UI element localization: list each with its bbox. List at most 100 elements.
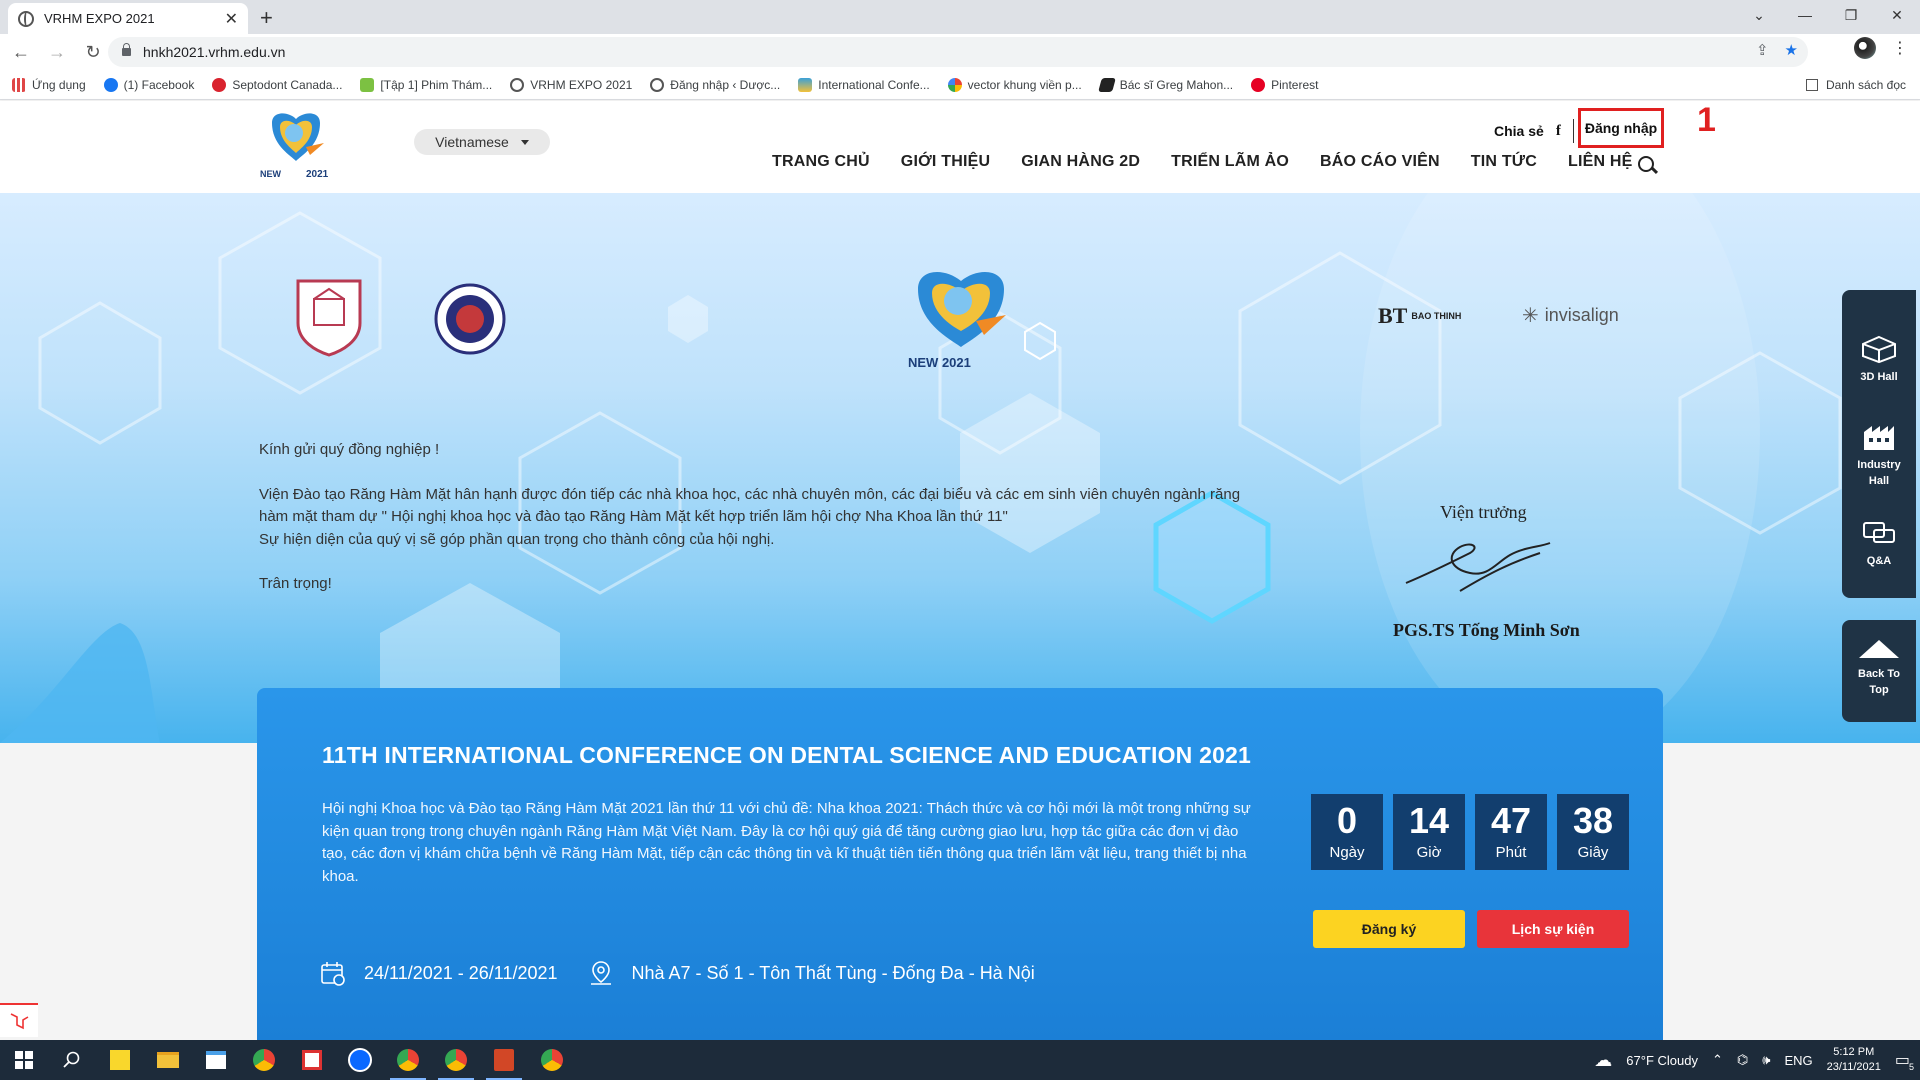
bookmark-apps[interactable]: Ứng dụng: [12, 77, 86, 92]
powerpoint-icon[interactable]: [480, 1040, 528, 1080]
search-icon[interactable]: [48, 1040, 96, 1080]
browser-tabstrip: VRHM EXPO 2021 ✕ + ⌄ — ❐ ✕: [0, 0, 1920, 34]
bookmark-star-icon[interactable]: ★: [1785, 41, 1798, 59]
panel-industry-hall[interactable]: Industry Hall: [1842, 422, 1916, 489]
cloud-icon: ☁: [1594, 1049, 1613, 1070]
panel-3d-hall[interactable]: 3D Hall: [1842, 334, 1916, 385]
chevron-up-icon[interactable]: ⌃: [1712, 1052, 1723, 1068]
tab-search-icon[interactable]: ⌄: [1736, 0, 1782, 30]
chrome-icon[interactable]: [240, 1040, 288, 1080]
bao-thinh-logo: BT BAO THINH: [1378, 303, 1462, 328]
conference-description: Hội nghị Khoa học và Đào tạo Răng Hàm Mặ…: [322, 800, 1251, 885]
caret-down-icon: [520, 139, 529, 145]
chrome-profile-icon[interactable]: [528, 1040, 576, 1080]
divider: [1572, 119, 1574, 143]
share-page-icon[interactable]: ⇪: [1756, 41, 1769, 59]
zalo-icon[interactable]: [336, 1040, 384, 1080]
pinterest-icon: [1251, 77, 1266, 92]
back-to-top-button[interactable]: Back To Top: [1842, 620, 1916, 722]
sparkle-icon: ✳: [1522, 305, 1539, 327]
globe-icon: [650, 77, 665, 92]
new-tab-button[interactable]: +: [260, 5, 273, 31]
reload-icon[interactable]: ↻: [78, 37, 108, 67]
url-text: hnkh2021.vrhm.edu.vn: [143, 44, 286, 60]
site-header: NEW 2021 Vietnamese Chia sẻ f Đăng nhập …: [0, 101, 1920, 193]
nav-about[interactable]: GIỚI THIỆU: [901, 153, 990, 171]
logo-text: NEW 2021: [908, 355, 971, 370]
laravel-debug-icon[interactable]: [0, 1003, 38, 1037]
back-arrow-icon[interactable]: ←: [6, 37, 36, 67]
bookmark-conference[interactable]: International Confe...: [798, 77, 930, 92]
event-location: Nhà A7 - Số 1 - Tôn Thất Tùng - Đống Đa …: [631, 962, 1035, 983]
nav-home[interactable]: TRANG CHỦ: [772, 153, 870, 171]
closing: Trân trọng!: [259, 575, 332, 592]
bookmark-duoc[interactable]: Đăng nhập ‹ Dược...: [650, 77, 780, 92]
bookmark-phim[interactable]: [Tập 1] Phim Thám...: [360, 77, 492, 92]
cube-hall-icon: [1862, 335, 1896, 364]
reading-list[interactable]: Danh sách đọc: [1805, 78, 1906, 92]
google-icon: [947, 77, 962, 92]
bookmark-septodont[interactable]: Septodont Canada...: [212, 77, 342, 92]
nav-contact[interactable]: LIÊN HỆ: [1568, 153, 1633, 171]
conference-icon: [798, 77, 813, 92]
weather-text[interactable]: 67°F Cloudy: [1626, 1053, 1698, 1068]
tab-close-icon[interactable]: ✕: [225, 9, 238, 29]
nav-booth-2d[interactable]: GIAN HÀNG 2D: [1021, 153, 1140, 171]
network-app-icon[interactable]: [288, 1040, 336, 1080]
invisalign-logo: ✳ invisalign: [1522, 305, 1619, 327]
profile-avatar[interactable]: [1854, 37, 1876, 59]
share-label: Chia sẻ: [1494, 123, 1544, 139]
browser-tab[interactable]: VRHM EXPO 2021 ✕: [8, 3, 248, 34]
bookmark-facebook[interactable]: (1) Facebook: [103, 77, 194, 92]
university-crest-logo: [296, 279, 362, 357]
quick-access-panel: 3D Hall Industry Hall Q&A: [1842, 290, 1916, 598]
windows-start-icon[interactable]: [0, 1040, 48, 1080]
bookmark-greg[interactable]: Bác sĩ Greg Mahon...: [1097, 77, 1233, 92]
address-bar[interactable]: hnkh2021.vrhm.edu.vn ⇪ ★: [108, 37, 1808, 67]
countdown-hours: 14 Giờ: [1393, 794, 1465, 870]
chrome-profile-icon[interactable]: [384, 1040, 432, 1080]
globe-icon: [18, 10, 34, 27]
system-tray: ☁ 67°F Cloudy ⌃ ⌬ 🕪 ENG 5:12 PM 23/11/20…: [1594, 1040, 1914, 1080]
login-link[interactable]: Đăng nhập: [1578, 108, 1664, 148]
event-dates: 24/11/2021 - 26/11/2021: [364, 962, 558, 983]
site-logo[interactable]: NEW 2021: [258, 105, 334, 181]
nav-speakers[interactable]: BÁO CÁO VIÊN: [1320, 153, 1440, 171]
panel-qa[interactable]: Q&A: [1842, 520, 1916, 569]
nav-virtual-expo[interactable]: TRIỂN LÃM ẢO: [1171, 153, 1289, 171]
building-icon: [1864, 426, 1894, 450]
notification-icon[interactable]: ▭ 5: [1895, 1050, 1914, 1072]
search-icon[interactable]: [1638, 156, 1654, 172]
clock[interactable]: 5:12 PM 23/11/2021: [1827, 1045, 1881, 1075]
facebook-icon[interactable]: f: [1556, 123, 1561, 140]
bookmark-vrhm[interactable]: VRHM EXPO 2021: [510, 77, 632, 92]
nav-news[interactable]: TIN TỨC: [1471, 153, 1537, 171]
signature-name: PGS.TS Tống Minh Sơn: [1393, 620, 1580, 640]
minimize-icon[interactable]: —: [1782, 0, 1828, 30]
conference-title: 11TH INTERNATIONAL CONFERENCE ON DENTAL …: [322, 742, 1252, 768]
browser-toolbar: ← → ↻ hnkh2021.vrhm.edu.vn ⇪ ★ ⋮: [0, 34, 1920, 70]
event-schedule-button[interactable]: Lịch sự kiện: [1477, 910, 1629, 948]
welcome-message: Kính gửi quý đồng nghiệp ! Viện Đào tạo …: [259, 439, 1259, 618]
lock-icon[interactable]: [122, 43, 131, 56]
language-select[interactable]: Vietnamese: [414, 129, 550, 155]
window-close-icon[interactable]: ✕: [1874, 0, 1920, 30]
register-button[interactable]: Đăng ký: [1313, 910, 1465, 948]
sticky-notes-icon[interactable]: [96, 1040, 144, 1080]
welcome-body: Viện Đào tạo Răng Hàm Mặt hân hạnh được …: [259, 485, 1241, 548]
bookmark-pinterest[interactable]: Pinterest: [1251, 77, 1318, 92]
store-icon[interactable]: [192, 1040, 240, 1080]
globe-icon: [510, 77, 525, 92]
network-icon[interactable]: ⌬: [1737, 1052, 1748, 1068]
menu-kebab-icon[interactable]: ⋮: [1892, 38, 1908, 58]
restore-icon[interactable]: ❐: [1828, 0, 1874, 30]
septodont-icon: [212, 77, 227, 92]
forward-arrow-icon[interactable]: →: [42, 37, 72, 67]
file-explorer-icon[interactable]: [144, 1040, 192, 1080]
bookmark-google[interactable]: vector khung viền p...: [947, 77, 1082, 92]
greeting: Kính gửi quý đồng nghiệp !: [259, 441, 440, 458]
chrome-profile-icon[interactable]: [432, 1040, 480, 1080]
volume-icon[interactable]: 🕪: [1762, 1052, 1770, 1068]
language-indicator[interactable]: ENG: [1784, 1053, 1812, 1068]
z-logo-icon: [360, 77, 375, 92]
